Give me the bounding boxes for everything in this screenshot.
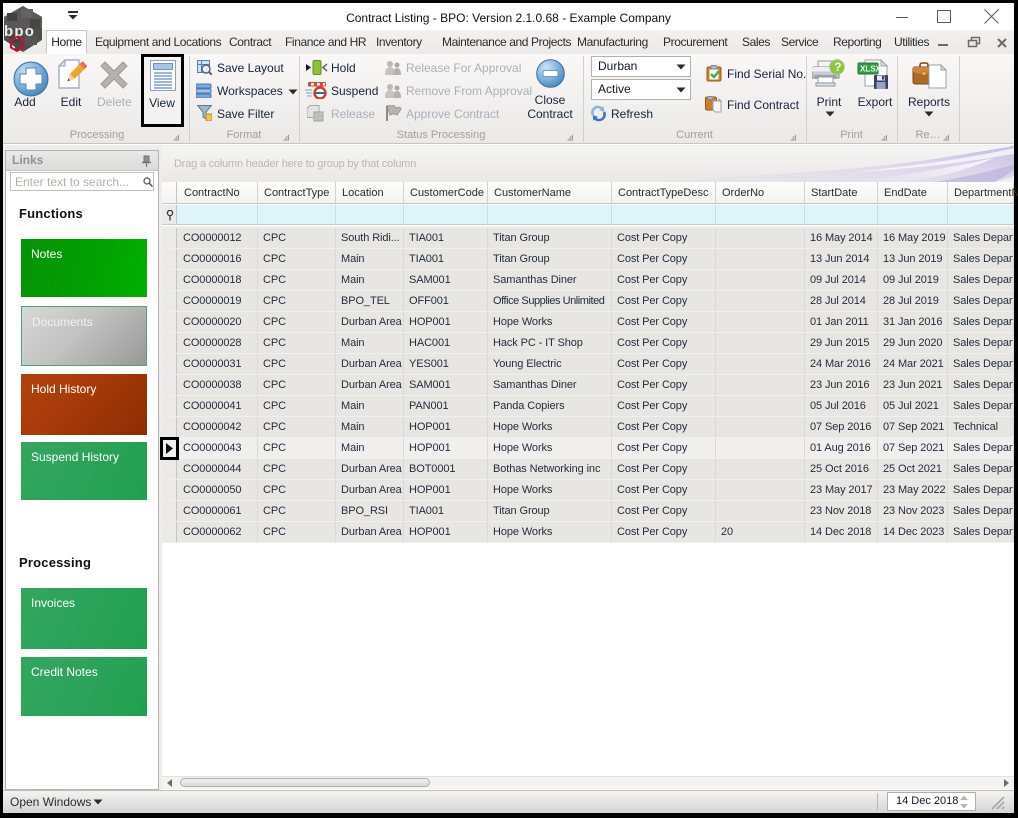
svg-text:XLSX: XLSX bbox=[860, 65, 882, 74]
svg-text:?: ? bbox=[834, 62, 841, 74]
